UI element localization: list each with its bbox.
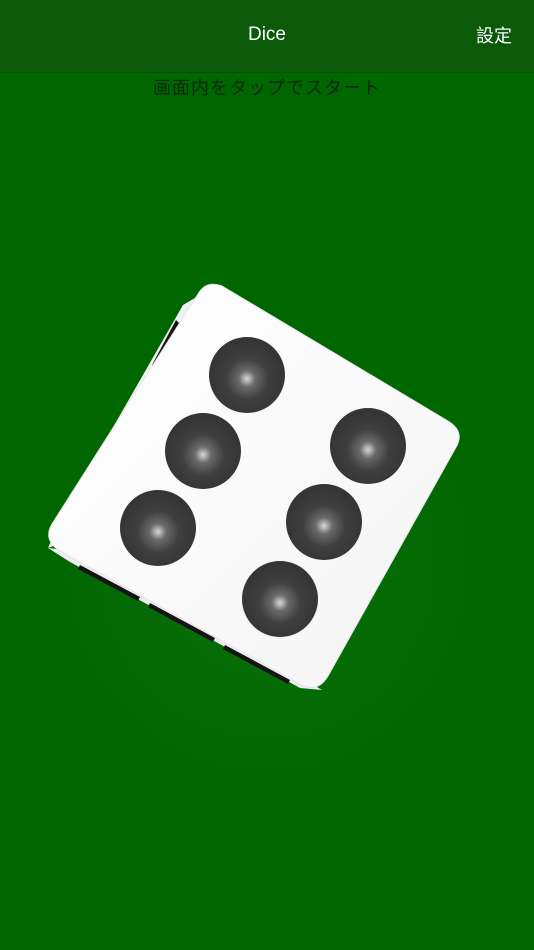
page-title: Dice: [247, 24, 286, 45]
settings-button[interactable]: 設定: [476, 22, 512, 48]
navigation-bar: Dice 設定: [0, 0, 534, 72]
table-light-halo: [0, 282, 534, 842]
tap-to-roll-area[interactable]: [0, 72, 534, 950]
dice-app: Dice 設定 画面内をタップでスタート: [0, 0, 534, 950]
tap-to-start-hint: 画面内をタップでスタート: [153, 78, 381, 99]
